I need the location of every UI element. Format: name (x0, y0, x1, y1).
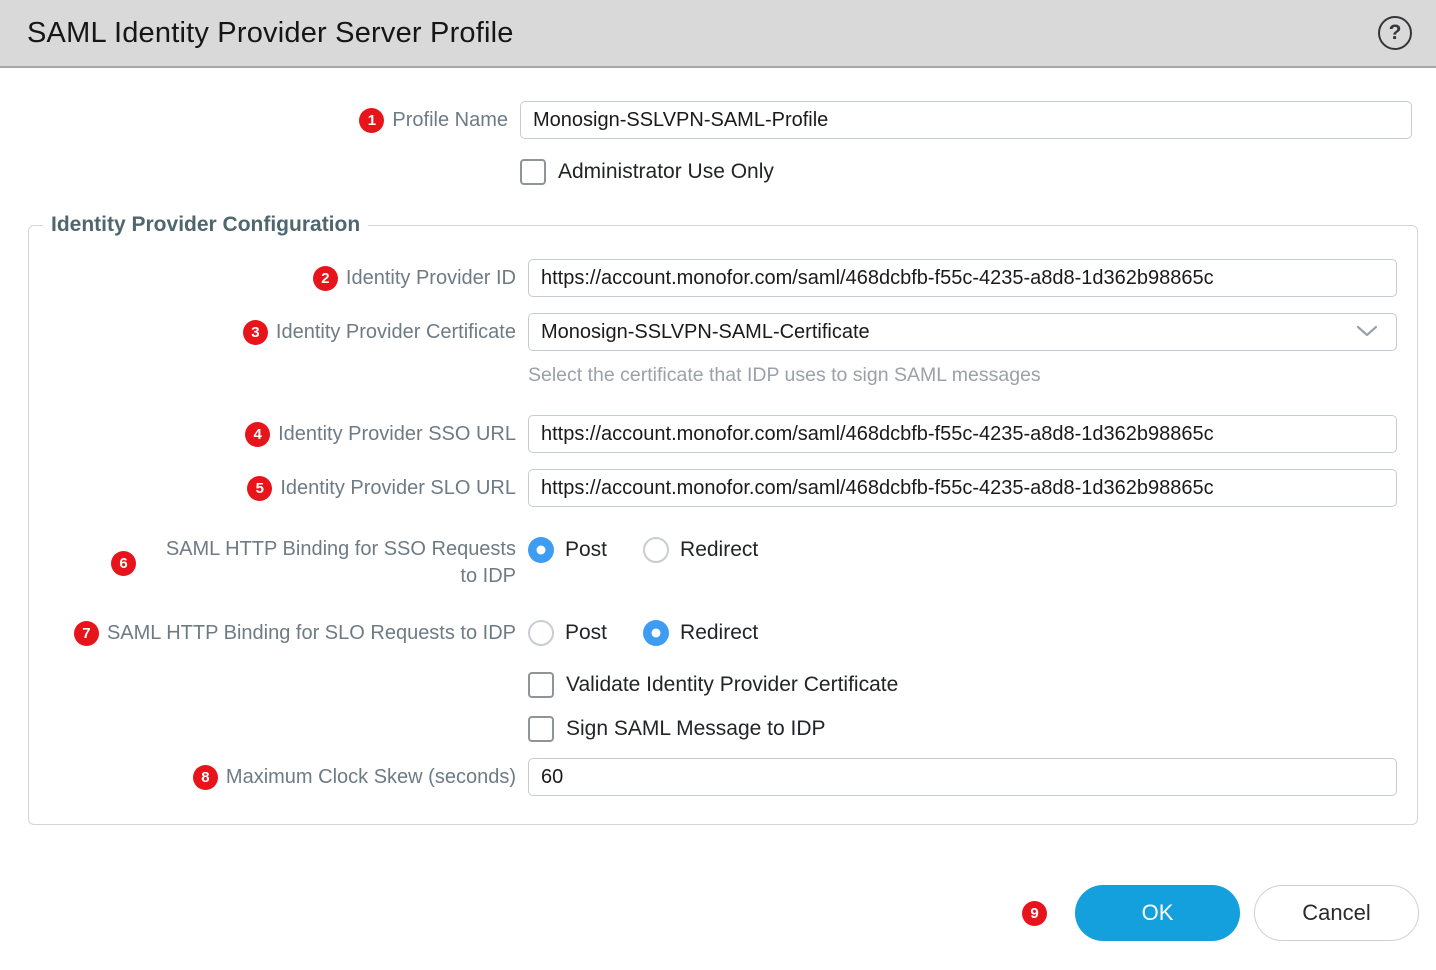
idp-slo-url-label: Identity Provider SLO URL (280, 475, 516, 502)
sso-binding-post-label: Post (565, 538, 607, 562)
step-badge-9: 9 (1022, 901, 1047, 926)
dialog-header: SAML Identity Provider Server Profile ? (0, 0, 1436, 68)
sign-saml-row: Sign SAML Message to IDP (29, 716, 1397, 742)
form-area: 1 Profile Name Administrator Use Only Id… (0, 68, 1436, 825)
step-badge-4: 4 (245, 422, 270, 447)
sso-binding-redirect-option[interactable]: Redirect (643, 537, 758, 563)
validate-cert-label: Validate Identity Provider Certificate (566, 673, 898, 697)
sign-saml-checkbox[interactable] (528, 716, 554, 742)
ok-button[interactable]: OK (1075, 885, 1240, 941)
validate-cert-checkbox[interactable] (528, 672, 554, 698)
idp-sso-url-label: Identity Provider SSO URL (278, 421, 516, 448)
idp-slo-url-input[interactable] (528, 469, 1397, 507)
top-section: 1 Profile Name Administrator Use Only (0, 101, 1436, 185)
step-badge-8: 8 (193, 765, 218, 790)
help-icon[interactable]: ? (1378, 16, 1412, 50)
step-badge-3: 3 (243, 320, 268, 345)
max-clock-skew-input[interactable] (528, 758, 1397, 796)
idp-certificate-selected-value: Monosign-SSLVPN-SAML-Certificate (541, 321, 1356, 344)
max-clock-skew-label: Maximum Clock Skew (seconds) (226, 764, 516, 791)
max-clock-skew-row: 8 Maximum Clock Skew (seconds) (29, 758, 1397, 796)
idp-slo-url-row: 5 Identity Provider SLO URL (29, 469, 1397, 507)
step-badge-5: 5 (247, 476, 272, 501)
slo-binding-post-option[interactable]: Post (528, 620, 607, 646)
profile-name-input[interactable] (520, 101, 1412, 139)
step-badge-7: 7 (74, 621, 99, 646)
sign-saml-checkbox-row: Sign SAML Message to IDP (528, 716, 1397, 742)
chevron-down-icon (1356, 321, 1378, 344)
idp-sso-url-row: 4 Identity Provider SSO URL (29, 415, 1397, 453)
idp-certificate-hint: Select the certificate that IDP uses to … (528, 364, 1397, 387)
slo-binding-post-label: Post (565, 621, 607, 645)
step-badge-6: 6 (111, 551, 136, 576)
sso-binding-redirect-label: Redirect (680, 538, 758, 562)
slo-binding-label: SAML HTTP Binding for SLO Requests to ID… (107, 620, 516, 647)
slo-binding-row: 7 SAML HTTP Binding for SLO Requests to … (29, 614, 1397, 652)
idp-certificate-select[interactable]: Monosign-SSLVPN-SAML-Certificate (528, 313, 1397, 351)
dialog-footer: 9 OK Cancel (1022, 885, 1419, 941)
admin-use-only-row: Administrator Use Only (0, 159, 1412, 185)
validate-cert-checkbox-row: Validate Identity Provider Certificate (528, 672, 1397, 698)
sso-binding-radio-group: Post Redirect (528, 531, 1397, 569)
slo-binding-redirect-option[interactable]: Redirect (643, 620, 758, 646)
step-badge-2: 2 (313, 266, 338, 291)
help-question-mark: ? (1389, 21, 1402, 45)
idp-sso-url-input[interactable] (528, 415, 1397, 453)
admin-use-only-label: Administrator Use Only (558, 160, 774, 184)
slo-binding-redirect-radio[interactable] (643, 620, 669, 646)
profile-name-row: 1 Profile Name (0, 101, 1412, 139)
idp-id-input[interactable] (528, 259, 1397, 297)
dialog-title: SAML Identity Provider Server Profile (27, 17, 1378, 50)
admin-use-only-checkbox[interactable] (520, 159, 546, 185)
sign-saml-label: Sign SAML Message to IDP (566, 717, 826, 741)
sso-binding-post-option[interactable]: Post (528, 537, 607, 563)
cancel-button[interactable]: Cancel (1254, 885, 1419, 941)
slo-binding-post-radio[interactable] (528, 620, 554, 646)
sso-binding-redirect-radio[interactable] (643, 537, 669, 563)
sso-binding-post-radio[interactable] (528, 537, 554, 563)
sso-binding-label: SAML HTTP Binding for SSO Requests to ID… (144, 536, 516, 590)
idp-certificate-label: Identity Provider Certificate (276, 319, 516, 346)
slo-binding-radio-group: Post Redirect (528, 614, 1397, 652)
idp-id-row: 2 Identity Provider ID (29, 259, 1397, 297)
slo-binding-redirect-label: Redirect (680, 621, 758, 645)
idp-certificate-row: 3 Identity Provider Certificate Monosign… (29, 313, 1397, 387)
admin-use-only-checkbox-row: Administrator Use Only (520, 159, 1412, 185)
step-badge-1: 1 (359, 108, 384, 133)
validate-cert-row: Validate Identity Provider Certificate (29, 672, 1397, 698)
idp-id-label: Identity Provider ID (346, 265, 516, 292)
sso-binding-row: 6 SAML HTTP Binding for SSO Requests to … (29, 531, 1397, 590)
identity-provider-configuration-section: Identity Provider Configuration 2 Identi… (28, 213, 1418, 825)
section-legend: Identity Provider Configuration (43, 213, 368, 237)
profile-name-label: Profile Name (392, 107, 508, 134)
